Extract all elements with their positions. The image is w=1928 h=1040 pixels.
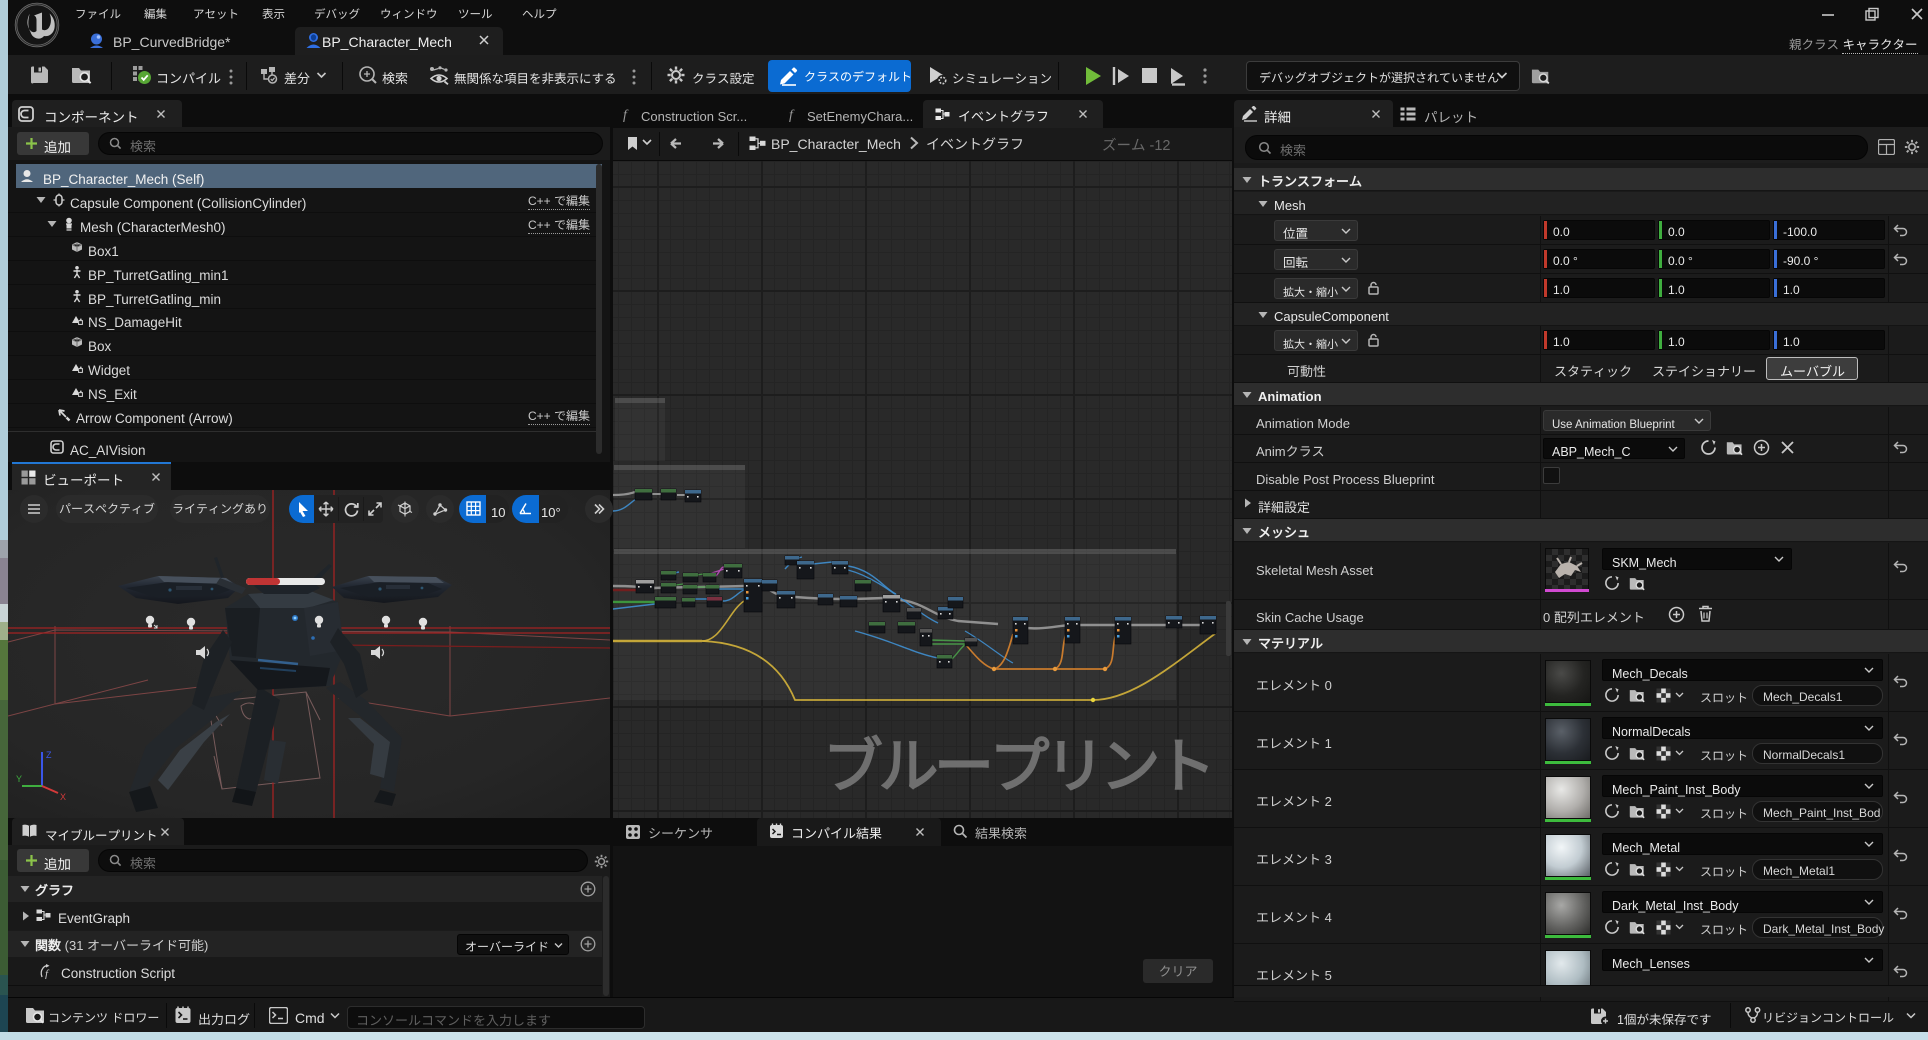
svg-text:f: f [623, 108, 629, 122]
svg-text:X: X [60, 792, 66, 802]
svg-text:f: f [789, 108, 795, 122]
svg-text:Y: Y [16, 774, 22, 784]
svg-text:f: f [45, 968, 50, 979]
svg-text:Z: Z [46, 750, 52, 760]
